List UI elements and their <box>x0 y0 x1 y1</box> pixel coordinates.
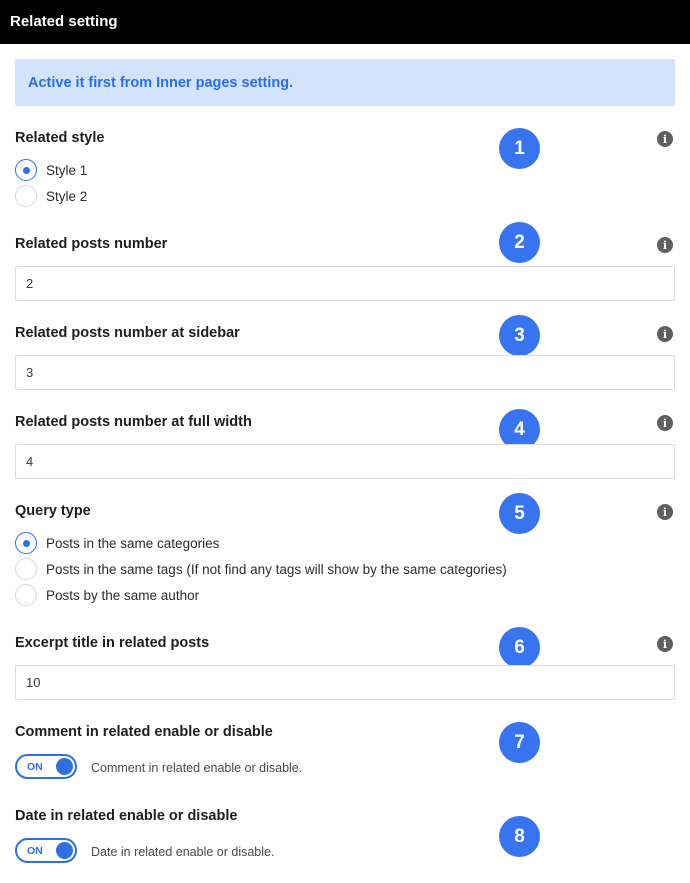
step-badge-5: 5 <box>499 493 540 534</box>
radio-label: Posts in the same tags (If not find any … <box>46 561 507 577</box>
related-posts-sidebar-input[interactable] <box>15 355 675 390</box>
date-toggle-label: Date in related enable or disable <box>15 808 238 824</box>
radio-label: Style 2 <box>46 188 88 204</box>
step-badge-6: 6 <box>499 627 540 668</box>
info-icon[interactable]: i <box>657 636 673 652</box>
related-posts-number-label: Related posts number <box>15 236 168 252</box>
query-type-option-categories[interactable]: Posts in the same categories <box>15 532 219 554</box>
radio-label: Posts by the same author <box>46 587 200 603</box>
step-badge-3: 3 <box>499 315 540 356</box>
step-badge-8: 8 <box>499 816 540 857</box>
query-type-option-tags[interactable]: Posts in the same tags (If not find any … <box>15 558 507 580</box>
info-icon[interactable]: i <box>657 415 673 431</box>
related-posts-sidebar-label: Related posts number at sidebar <box>15 325 240 341</box>
excerpt-title-input[interactable] <box>15 665 675 700</box>
related-style-option-2[interactable]: Style 2 <box>15 185 87 207</box>
comment-toggle-label: Comment in related enable or disable <box>15 724 273 740</box>
radio-button[interactable] <box>15 185 37 207</box>
step-badge-2: 2 <box>499 222 540 263</box>
radio-label: Style 1 <box>46 162 88 178</box>
notice-text: Active it first from Inner pages setting… <box>28 75 294 91</box>
info-icon[interactable]: i <box>657 504 673 520</box>
info-icon[interactable]: i <box>657 326 673 342</box>
query-type-option-author[interactable]: Posts by the same author <box>15 584 199 606</box>
radio-button-checked[interactable] <box>15 532 37 554</box>
radio-button[interactable] <box>15 558 37 580</box>
comment-toggle-description: Comment in related enable or disable. <box>91 761 303 775</box>
related-posts-full-width-input[interactable] <box>15 444 675 479</box>
panel-header: Related setting <box>0 0 690 44</box>
radio-button-checked[interactable] <box>15 159 37 181</box>
date-toggle-switch[interactable]: ON <box>15 838 77 863</box>
related-style-option-1[interactable]: Style 1 <box>15 159 87 181</box>
step-badge-7: 7 <box>499 722 540 763</box>
notice-banner: Active it first from Inner pages setting… <box>15 59 675 106</box>
date-toggle-description: Date in related enable or disable. <box>91 845 275 859</box>
toggle-knob <box>56 842 73 859</box>
related-style-label: Related style <box>15 130 105 146</box>
toggle-state-text: ON <box>27 845 43 857</box>
comment-toggle-switch[interactable]: ON <box>15 754 77 779</box>
toggle-state-text: ON <box>27 761 43 773</box>
excerpt-title-label: Excerpt title in related posts <box>15 635 210 651</box>
related-posts-number-input[interactable] <box>15 266 675 301</box>
step-badge-1: 1 <box>499 128 540 169</box>
info-icon[interactable]: i <box>657 131 673 147</box>
query-type-label: Query type <box>15 503 91 519</box>
info-icon[interactable]: i <box>657 237 673 253</box>
related-posts-full-width-label: Related posts number at full width <box>15 414 252 430</box>
radio-label: Posts in the same categories <box>46 535 220 551</box>
toggle-knob <box>56 758 73 775</box>
panel-title: Related setting <box>10 13 118 30</box>
radio-button[interactable] <box>15 584 37 606</box>
